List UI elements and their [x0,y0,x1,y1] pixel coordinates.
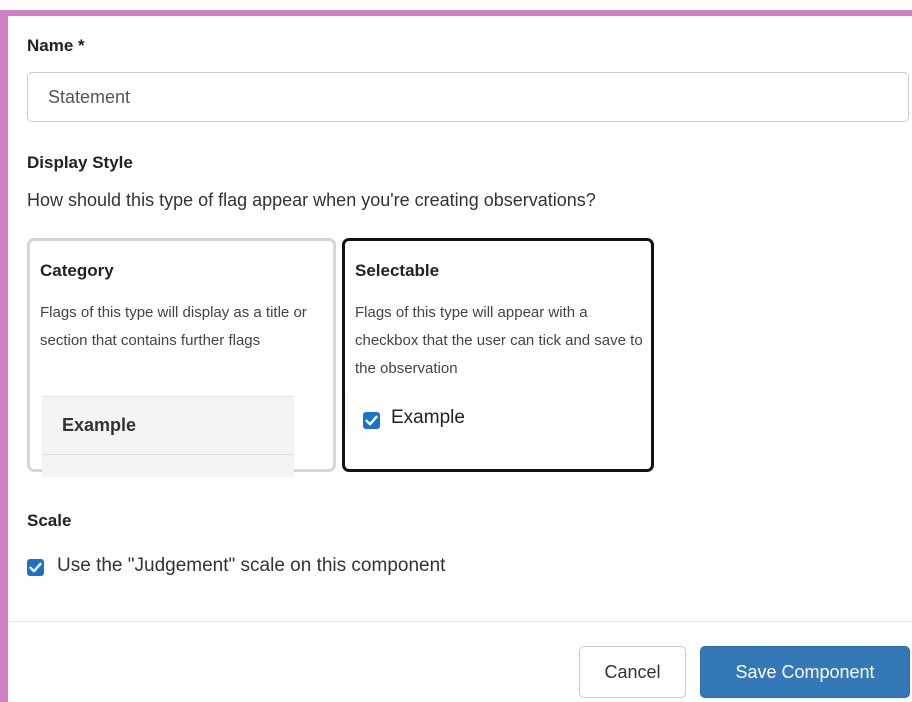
cancel-button[interactable]: Cancel [579,646,686,698]
scale-label: Scale [27,511,72,530]
display-option-selectable-card[interactable]: Selectable Flags of this type will appea… [342,238,654,472]
name-label: Name * [27,36,85,55]
display-style-label: Display Style [27,153,133,172]
frame-accent-left [0,10,8,702]
save-component-button[interactable]: Save Component [700,646,910,698]
frame-accent-top [0,10,912,16]
judgement-scale-checkbox-label[interactable]: Use the "Judgement" scale on this compon… [57,555,445,577]
selectable-example-label: Example [391,407,465,428]
category-card-title: Category [40,261,114,280]
checkmark-icon [365,415,378,426]
selectable-card-description: Flags of this type will appear with a ch… [355,304,643,377]
footer-divider [8,621,912,622]
selectable-card-title: Selectable [355,261,440,280]
checkmark-icon [29,562,42,573]
category-card-description: Flags of this type will display as a tit… [40,304,307,349]
display-option-category-card[interactable]: Category Flags of this type will display… [27,238,336,477]
name-input[interactable] [27,72,909,122]
judgement-scale-checkbox[interactable] [27,559,44,576]
dialog-frame: Name * Display Style How should this typ… [0,0,912,702]
category-example-label: Example [62,415,137,435]
display-style-question: How should this type of flag appear when… [27,190,596,210]
category-example-preview: Example [42,396,294,477]
selectable-example-checkbox[interactable] [363,412,380,429]
